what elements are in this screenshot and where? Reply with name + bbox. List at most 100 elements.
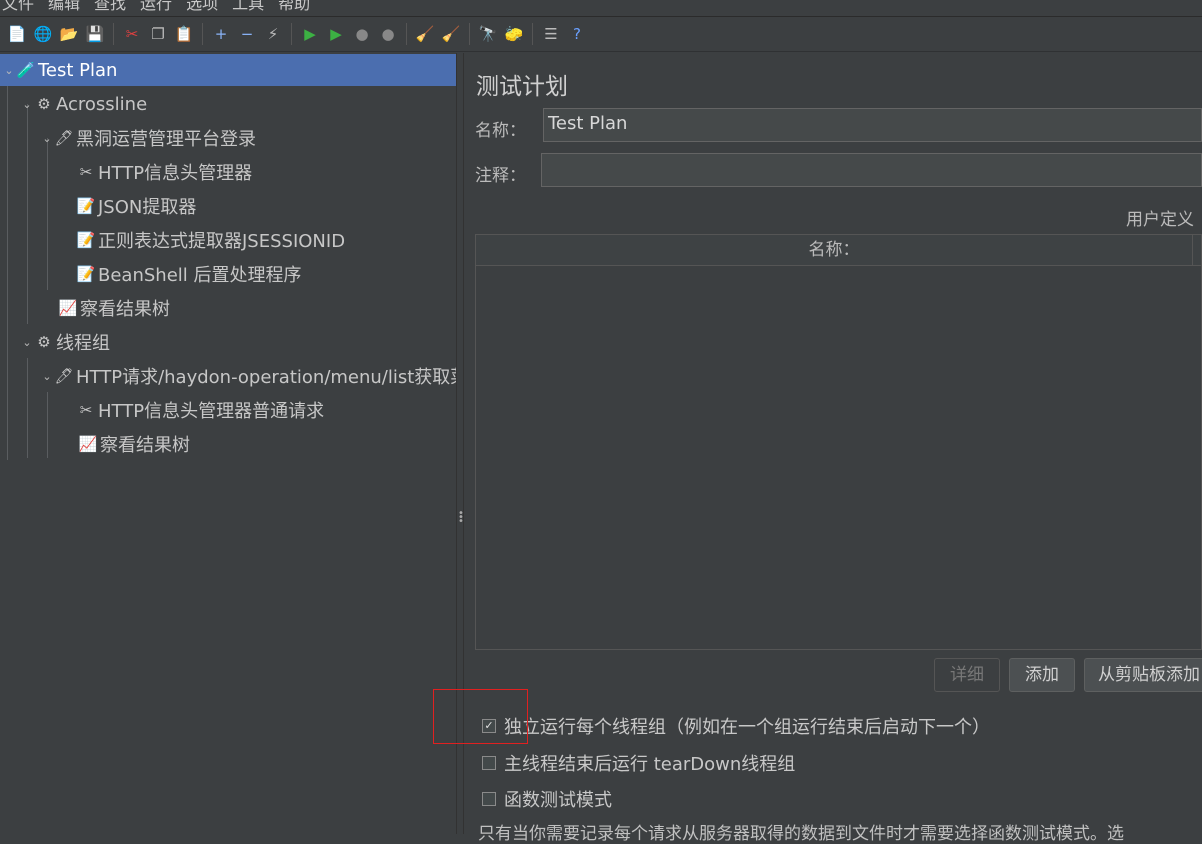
tree-node-label: 察看结果树: [80, 299, 170, 320]
flask-icon: 🧪: [16, 61, 36, 79]
toolbar-separator: [291, 23, 292, 45]
add-from-clipboard-button[interactable]: 从剪贴板添加: [1084, 658, 1202, 692]
menu-item[interactable]: 运行: [140, 0, 172, 14]
checkbox-label: 主线程结束后运行 tearDown线程组: [504, 754, 796, 775]
tree-node-label: 线程组: [56, 333, 110, 354]
document-icon: 📝: [76, 197, 96, 215]
clear-all-icon[interactable]: 🧹: [440, 23, 462, 45]
pipette-icon: 🖊: [54, 129, 74, 147]
tree-node-header-manager[interactable]: ✂ HTTP信息头管理器: [0, 156, 252, 188]
add-button[interactable]: 添加: [1009, 658, 1075, 692]
user-vars-table[interactable]: 名称：: [475, 234, 1202, 650]
tree-node-label: HTTP信息头管理器: [98, 163, 253, 184]
menu-item[interactable]: 文件: [2, 0, 34, 14]
toolbar: 📄 🌐 📂 💾 ✂ ❐ 📋 + − ⚡ ▶ ▶ ● ● 🧹 🧹 🔭 🧽 ☰?: [0, 16, 1202, 52]
chart-icon: 📈: [78, 435, 98, 453]
expand-icon[interactable]: +: [210, 23, 232, 45]
tree-node-label: 正则表达式提取器JSESSIONID: [98, 231, 346, 252]
page-title: 测试计划: [476, 74, 568, 100]
shutdown-icon[interactable]: ●: [377, 23, 399, 45]
open-icon[interactable]: 📂: [58, 23, 80, 45]
toolbar-separator: [406, 23, 407, 45]
independent-thread-groups-checkbox[interactable]: ✓ 独立运行每个线程组（例如在一个组运行结束后启动下一个）: [482, 713, 990, 739]
tree-node-results-tree[interactable]: 📈 察看结果树: [0, 292, 170, 324]
test-plan-panel: 测试计划 名称： Test Plan 注释： 用户定义 名称： 详细 添加 从剪…: [464, 53, 1202, 844]
comment-field[interactable]: [541, 153, 1202, 187]
reset-search-icon[interactable]: 🧽: [503, 23, 525, 45]
start-icon[interactable]: ▶: [299, 23, 321, 45]
menu-bar: 文件 编辑 查找 运行 选项 工具 帮助: [0, 0, 1202, 14]
start-no-pause-icon[interactable]: ▶: [325, 23, 347, 45]
gear-icon: ⚙: [37, 95, 51, 113]
chart-icon: 📈: [58, 299, 78, 317]
tools-icon: ✂: [79, 401, 93, 419]
cut-icon[interactable]: ✂: [121, 23, 143, 45]
tree-node-results-tree-2[interactable]: 📈 察看结果树: [0, 428, 190, 460]
name-field[interactable]: Test Plan: [543, 108, 1202, 142]
tree-node-test-plan[interactable]: ⌄ 🧪 Test Plan: [0, 54, 456, 86]
copy-icon[interactable]: ❐: [147, 23, 169, 45]
detail-button[interactable]: 详细: [934, 658, 1000, 692]
tools-icon: ✂: [79, 163, 93, 181]
chevron-down-icon[interactable]: ⌄: [20, 98, 34, 111]
functional-mode-checkbox[interactable]: 函数测试模式: [482, 786, 612, 812]
toolbar-separator: [113, 23, 114, 45]
tree-node-label: JSON提取器: [98, 197, 197, 218]
tree-node-acrossline[interactable]: ⌄ ⚙ Acrossline: [0, 88, 147, 120]
checkbox-box[interactable]: [482, 756, 496, 770]
document-icon: 📝: [76, 231, 96, 249]
comment-label: 注释：: [475, 166, 526, 186]
toolbar-separator: [532, 23, 533, 45]
user-vars-label: 用户定义: [1126, 210, 1194, 230]
tree-node-header-manager-2[interactable]: ✂ HTTP信息头管理器普通请求: [0, 394, 324, 426]
stop-icon[interactable]: ●: [351, 23, 373, 45]
toolbar-separator: [469, 23, 470, 45]
tree-node-json-extractor[interactable]: 📝 JSON提取器: [0, 190, 197, 222]
search-icon[interactable]: 🔭: [477, 23, 499, 45]
tree-node-label: Acrossline: [56, 93, 148, 115]
test-plan-tree: ⌄ 🧪 Test Plan ⌄ ⚙ Acrossline ⌄ 🖊 黑洞运营管理平…: [0, 53, 456, 834]
checkbox-label: 独立运行每个线程组（例如在一个组运行结束后启动下一个）: [504, 717, 990, 738]
chevron-down-icon[interactable]: ⌄: [40, 132, 54, 145]
annotation-highlight-box: [433, 689, 528, 744]
chevron-down-icon[interactable]: ⌄: [20, 336, 34, 349]
menu-item[interactable]: 查找: [94, 0, 126, 14]
clear-icon[interactable]: 🧹: [414, 23, 436, 45]
collapse-icon[interactable]: −: [236, 23, 258, 45]
tree-node-beanshell[interactable]: 📝 BeanShell 后置处理程序: [0, 258, 302, 290]
function-helper-icon[interactable]: ☰: [540, 23, 562, 45]
checkbox-label: 函数测试模式: [504, 790, 612, 811]
gear-icon: ⚙: [37, 333, 51, 351]
document-icon: 📝: [76, 265, 96, 283]
tree-node-label: HTTP信息头管理器普通请求: [98, 401, 325, 422]
menu-item[interactable]: 编辑: [48, 0, 80, 14]
tree-node-http-request[interactable]: ⌄ 🖊 HTTP请求/haydon-operation/menu/list获取菜: [0, 360, 456, 392]
save-icon[interactable]: 💾: [84, 23, 106, 45]
pipette-icon: 🖊: [54, 367, 74, 385]
tree-node-label: 察看结果树: [100, 435, 190, 456]
tree-node-regex-extractor[interactable]: 📝 正则表达式提取器JSESSIONID: [0, 224, 345, 256]
checkbox-box[interactable]: [482, 792, 496, 806]
functional-mode-note: 只有当你需要记录每个请求从服务器取得的数据到文件时才需要选择函数测试模式。选: [478, 824, 1124, 844]
teardown-checkbox[interactable]: 主线程结束后运行 tearDown线程组: [482, 750, 795, 776]
paste-icon[interactable]: 📋: [173, 23, 195, 45]
menu-item[interactable]: 帮助: [278, 0, 310, 14]
column-header-name[interactable]: 名称：: [476, 235, 1193, 265]
toggle-icon[interactable]: ⚡: [262, 23, 284, 45]
templates-icon[interactable]: 🌐: [32, 23, 54, 45]
chevron-down-icon[interactable]: ⌄: [40, 370, 54, 383]
menu-item[interactable]: 选项: [186, 0, 218, 14]
toolbar-separator: [202, 23, 203, 45]
new-icon[interactable]: 📄: [6, 23, 28, 45]
chevron-down-icon[interactable]: ⌄: [2, 64, 16, 77]
help-icon[interactable]: ?: [566, 23, 588, 45]
tree-node-label: HTTP请求/haydon-operation/menu/list获取菜: [76, 367, 456, 388]
splitter-grip-icon[interactable]: • • •: [458, 509, 464, 527]
menu-item[interactable]: 工具: [232, 0, 264, 14]
table-header: 名称：: [476, 235, 1201, 266]
tree-node-label: Test Plan: [38, 59, 118, 81]
tree-node-login-sampler[interactable]: ⌄ 🖊 黑洞运营管理平台登录: [0, 122, 256, 154]
tree-node-label: BeanShell 后置处理程序: [98, 265, 302, 286]
name-label: 名称：: [475, 121, 526, 141]
tree-node-thread-group[interactable]: ⌄ ⚙ 线程组: [0, 326, 110, 358]
